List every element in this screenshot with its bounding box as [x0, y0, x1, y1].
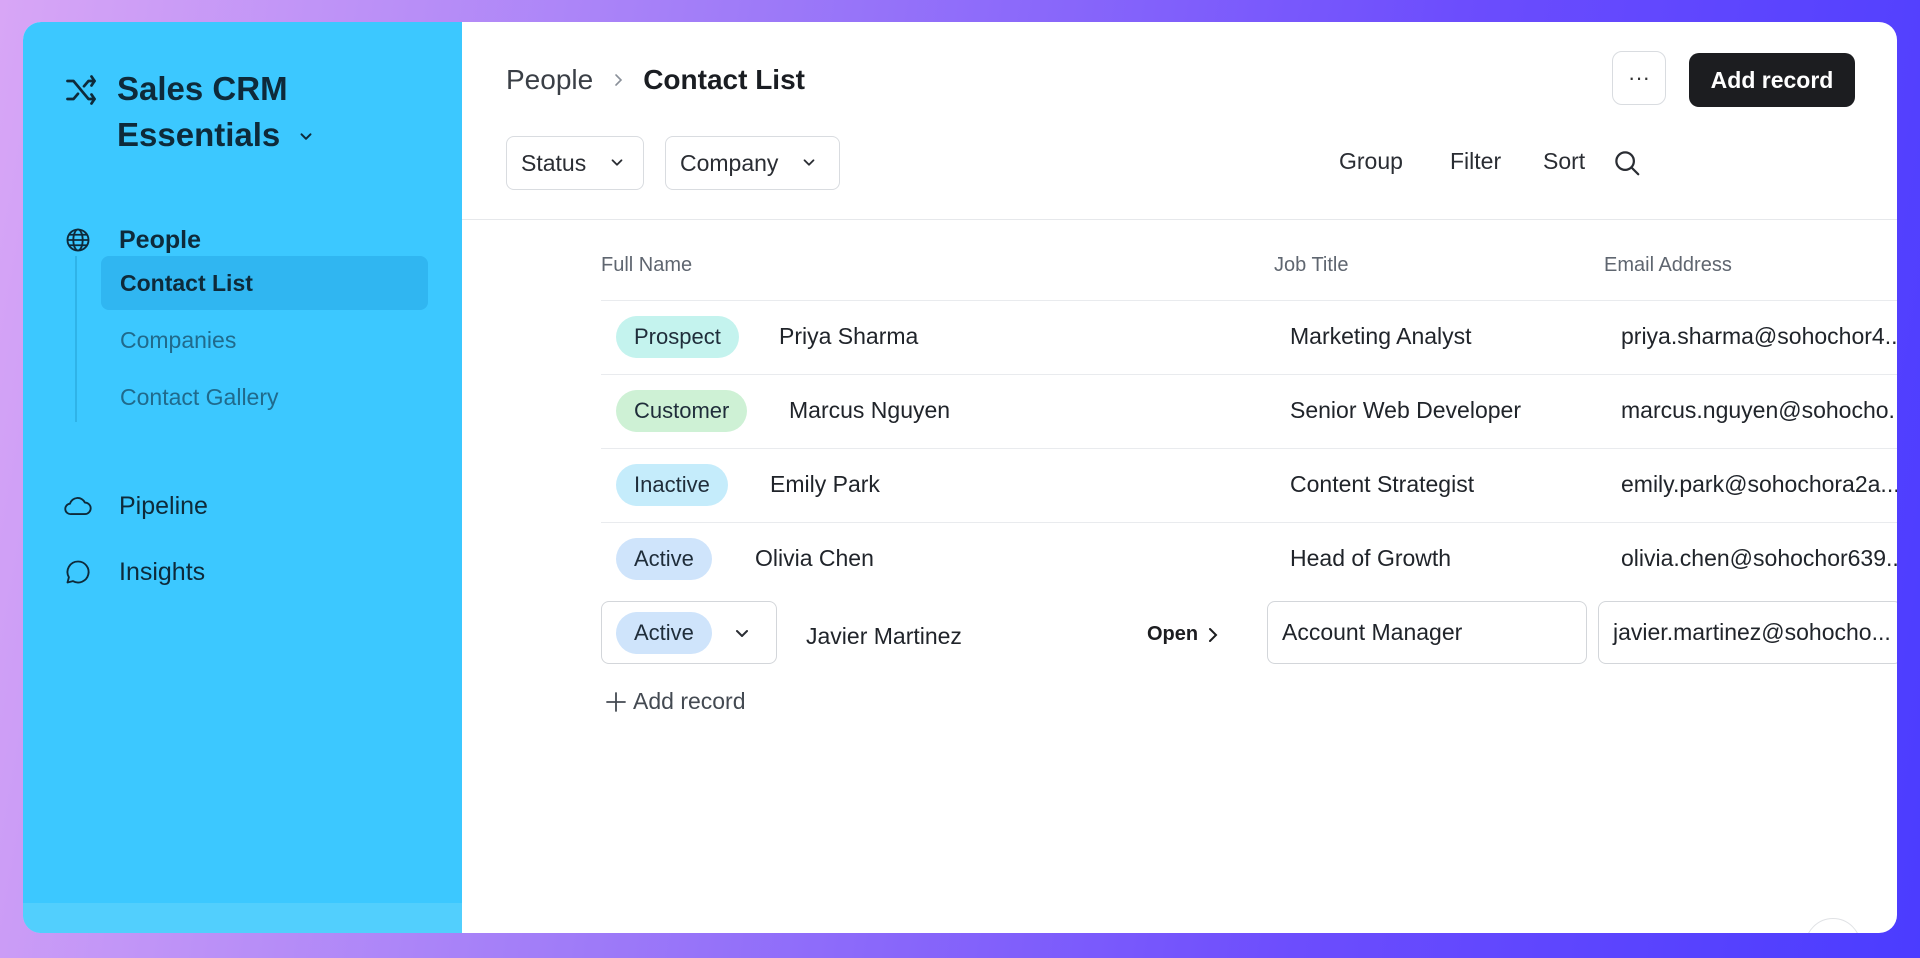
status-badge: Active: [616, 538, 712, 580]
chevron-down-icon: [736, 630, 748, 637]
cell-full-name: Priya Sharma: [779, 323, 919, 349]
workspace-title: Sales CRM Essentials: [117, 66, 337, 158]
cell-full-name: Emily Park: [770, 471, 880, 497]
open-record-link[interactable]: Open: [1147, 623, 1220, 646]
status-badge: Inactive: [616, 464, 728, 506]
add-record-inline-button[interactable]: Add record: [605, 688, 746, 715]
cell-email: marcus.nguyen@sohocho...: [1621, 397, 1897, 423]
sidebar: Sales CRM Essentials People Contact List…: [23, 22, 462, 933]
table-row[interactable]: Customer Marcus Nguyen Senior Web Develo…: [601, 374, 1897, 448]
search-icon[interactable]: [1612, 148, 1642, 178]
column-header-job-title[interactable]: Job Title: [1274, 254, 1348, 277]
people-subnav: Contact List Companies Contact Gallery: [75, 256, 428, 422]
plus-icon: [606, 691, 626, 712]
page-title: Contact List: [643, 64, 805, 95]
company-filter-dropdown[interactable]: Company: [665, 136, 840, 190]
chevron-right-icon: [1209, 627, 1218, 642]
breadcrumb: People Contact List: [506, 58, 805, 102]
status-badge: Active: [616, 612, 712, 654]
sidebar-section-label: Pipeline: [119, 491, 208, 520]
status-select[interactable]: Active: [601, 601, 777, 664]
add-record-button[interactable]: Add record: [1689, 53, 1855, 107]
breadcrumb-people[interactable]: People: [506, 64, 593, 96]
add-record-inline-label: Add record: [633, 688, 746, 714]
group-button[interactable]: Group: [1339, 148, 1403, 175]
toolbar-divider: [462, 219, 1897, 220]
column-header-email[interactable]: Email Address: [1604, 254, 1732, 277]
ellipsis-icon: ···: [1628, 65, 1650, 90]
chat-bubble-icon: [63, 557, 93, 587]
sidebar-item-contact-gallery[interactable]: Contact Gallery: [101, 370, 428, 424]
cell-full-name[interactable]: Javier Martinez: [806, 623, 962, 650]
table-row[interactable]: Prospect Priya Sharma Marketing Analyst …: [601, 300, 1897, 374]
globe-icon: [63, 225, 93, 255]
more-options-button[interactable]: ···: [1612, 51, 1666, 105]
workspace-title-text: Sales CRM Essentials: [117, 70, 288, 153]
chevron-down-icon: [300, 133, 312, 141]
cell-email: emily.park@sohochora2a...: [1621, 471, 1897, 497]
sidebar-section-insights[interactable]: Insights: [63, 552, 205, 592]
job-title-input[interactable]: Account Manager: [1267, 601, 1587, 664]
cell-job-title: Senior Web Developer: [1290, 397, 1521, 423]
status-badge: Prospect: [616, 316, 739, 358]
chevron-right-icon: [615, 74, 623, 86]
sidebar-item-companies[interactable]: Companies: [101, 313, 428, 367]
chevron-down-icon: [611, 159, 623, 166]
chevron-down-icon: [804, 159, 815, 166]
cloud-icon: [63, 491, 93, 521]
main-content: People Contact List ··· Add record Statu…: [462, 22, 1897, 933]
sort-button[interactable]: Sort: [1543, 148, 1585, 175]
filter-button[interactable]: Filter: [1450, 148, 1501, 175]
email-input[interactable]: javier.martinez@sohocho...: [1598, 601, 1897, 664]
sidebar-section-label: People: [119, 225, 201, 254]
cell-job-title: Marketing Analyst: [1290, 323, 1472, 349]
company-filter-label: Company: [680, 149, 779, 176]
cell-full-name: Marcus Nguyen: [789, 397, 951, 423]
table-row-editing[interactable]: Active Javier Martinez Open Account Mana…: [601, 601, 1897, 675]
table-row[interactable]: Active Olivia Chen Head of Growth olivia…: [601, 522, 1897, 596]
sidebar-section-pipeline[interactable]: Pipeline: [63, 486, 208, 526]
sidebar-section-label: Insights: [119, 557, 206, 586]
floating-help-button[interactable]: [1805, 918, 1861, 933]
column-header-full-name[interactable]: Full Name: [601, 254, 692, 277]
workspace-switcher[interactable]: Sales CRM Essentials: [63, 66, 337, 158]
status-badge: Customer: [616, 390, 748, 432]
open-label: Open: [1147, 623, 1199, 645]
cell-full-name: Olivia Chen: [755, 545, 874, 571]
sidebar-item-contact-list[interactable]: Contact List: [101, 256, 428, 310]
cell-job-title: Head of Growth: [1290, 545, 1452, 571]
cell-email: olivia.chen@sohochor639...: [1621, 545, 1897, 571]
table-row[interactable]: Inactive Emily Park Content Strategist e…: [601, 448, 1897, 522]
status-filter-label: Status: [521, 149, 587, 176]
app-window: Sales CRM Essentials People Contact List…: [23, 22, 1897, 933]
sidebar-footer: [23, 903, 462, 933]
shuffle-icon: [66, 75, 96, 105]
status-filter-dropdown[interactable]: Status: [506, 136, 644, 190]
sidebar-section-people[interactable]: People: [63, 220, 201, 260]
cell-email: priya.sharma@sohochor4...: [1621, 323, 1897, 349]
cell-job-title: Content Strategist: [1290, 471, 1475, 497]
